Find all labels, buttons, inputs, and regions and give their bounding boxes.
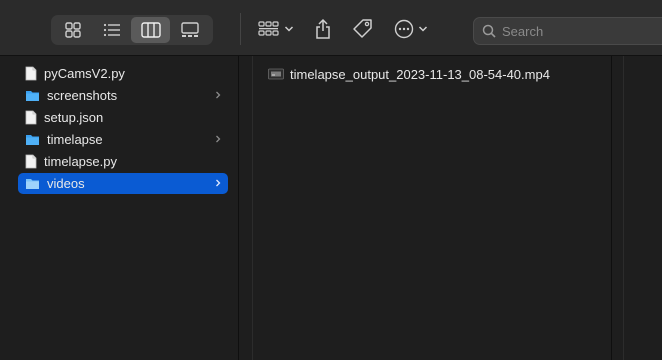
item-label: videos <box>47 176 85 191</box>
share-icon <box>316 18 330 39</box>
gallery-view-button[interactable] <box>170 17 209 43</box>
item-label: pyCamsV2.py <box>44 66 125 81</box>
icon-view-button[interactable] <box>53 17 92 43</box>
tag-icon <box>353 19 372 38</box>
group-by-button[interactable] <box>258 16 294 42</box>
chevron-down-icon <box>284 26 294 32</box>
list-item-setup-json[interactable]: setup.json <box>18 107 228 128</box>
list-item-pycamsv2[interactable]: pyCamsV2.py <box>18 63 228 84</box>
document-icon <box>25 154 37 169</box>
more-actions-button[interactable] <box>394 16 428 42</box>
list-item-timelapse-folder[interactable]: timelapse <box>18 129 228 150</box>
item-label: timelapse <box>47 132 103 147</box>
list-item-timelapse-py[interactable]: timelapse.py <box>18 151 228 172</box>
column-1[interactable]: pyCamsV2.py screenshots setup.json timel… <box>0 56 238 360</box>
search-field[interactable] <box>473 17 662 45</box>
tag-button[interactable] <box>352 16 374 42</box>
search-icon <box>482 24 496 38</box>
item-label: timelapse_output_2023-11-13_08-54-40.mp4 <box>290 66 550 82</box>
search-input[interactable] <box>502 23 652 39</box>
document-icon <box>25 110 37 125</box>
ellipsis-circle-icon <box>394 19 414 39</box>
column-view-button[interactable] <box>131 17 170 43</box>
columns-icon <box>140 22 161 38</box>
folder-icon <box>26 179 39 189</box>
share-button[interactable] <box>314 16 332 42</box>
chevron-down-icon <box>418 26 428 32</box>
video-file-icon <box>268 68 284 80</box>
column-divider[interactable] <box>238 56 239 360</box>
chevron-right-icon <box>216 179 221 187</box>
view-switcher <box>51 15 213 45</box>
column-2[interactable]: timelapse_output_2023-11-13_08-54-40.mp4 <box>253 56 611 360</box>
item-label: screenshots <box>47 88 118 103</box>
item-label: timelapse.py <box>44 154 117 169</box>
chevron-right-icon <box>216 91 221 99</box>
list-view-button[interactable] <box>92 17 131 43</box>
item-label: setup.json <box>44 110 104 125</box>
folder-icon <box>26 91 39 101</box>
list-icon <box>103 23 120 37</box>
list-item-video-file[interactable]: timelapse_output_2023-11-13_08-54-40.mp4 <box>268 64 550 84</box>
gallery-icon <box>180 22 199 37</box>
finder-toolbar <box>0 0 662 56</box>
column-3[interactable] <box>624 56 662 360</box>
folder-icon <box>26 135 39 145</box>
group-grid-icon <box>258 21 279 36</box>
column-divider[interactable] <box>611 56 612 360</box>
grid-icon <box>64 22 81 38</box>
list-item-screenshots[interactable]: screenshots <box>18 85 228 106</box>
chevron-right-icon <box>216 135 221 143</box>
toolbar-divider <box>240 13 241 45</box>
list-item-videos[interactable]: videos <box>18 173 228 194</box>
document-icon <box>25 66 37 81</box>
